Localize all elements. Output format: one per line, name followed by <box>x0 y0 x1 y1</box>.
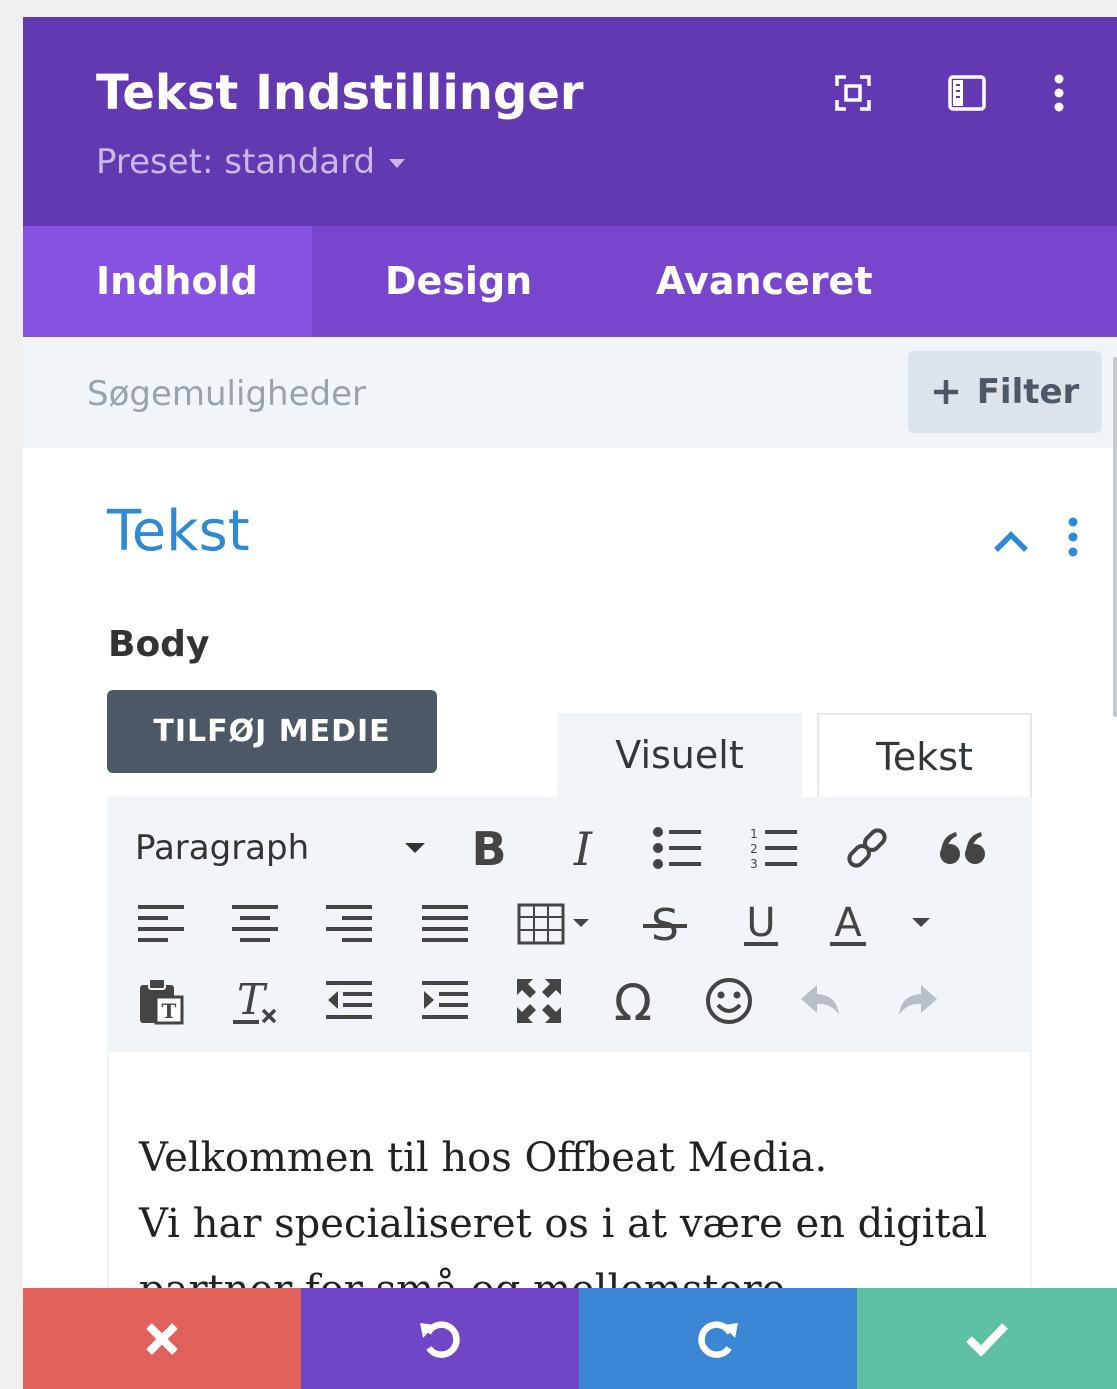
panel-header: Tekst Indstillinger Preset: standard <box>23 17 1117 226</box>
link-icon[interactable] <box>837 818 897 878</box>
check-icon <box>966 1322 1008 1356</box>
more-icon[interactable] <box>1039 73 1079 113</box>
panel-title: Tekst Indstillinger <box>96 65 584 121</box>
section-more-icon[interactable] <box>1063 517 1083 557</box>
bullet-list-icon[interactable] <box>647 818 707 878</box>
body-field-label: Body <box>108 624 210 665</box>
svg-text:B: B <box>471 823 506 873</box>
search-input[interactable] <box>85 359 789 429</box>
preset-dropdown[interactable]: Preset: standard <box>96 142 406 182</box>
close-icon <box>146 1322 178 1355</box>
svg-text:T: T <box>237 976 268 1024</box>
expand-icon[interactable] <box>833 73 873 113</box>
numbered-list-icon[interactable]: 1 2 3 <box>743 818 803 878</box>
editor-line: Vi har specialiseret os i at være en dig… <box>139 1201 988 1247</box>
svg-text:T: T <box>162 999 177 1023</box>
format-select[interactable]: Paragraph <box>135 817 425 879</box>
svg-text:A: A <box>834 900 862 946</box>
fullscreen-icon[interactable] <box>509 971 569 1031</box>
underline-icon[interactable]: U <box>731 894 791 954</box>
filter-button[interactable]: Filter <box>908 351 1102 433</box>
redo-button[interactable] <box>579 1288 857 1389</box>
tab-design[interactable]: Design <box>385 226 532 337</box>
indent-icon[interactable] <box>415 971 475 1031</box>
align-center-icon[interactable] <box>225 894 285 954</box>
editor-tab-visual[interactable]: Visuelt <box>557 713 802 797</box>
add-media-button[interactable]: TILFØJ MEDIE <box>107 690 437 773</box>
chevron-down-icon <box>405 843 425 853</box>
scrollbar[interactable] <box>1113 357 1117 717</box>
editor-line: Velkommen til hos Offbeat Media. <box>139 1135 828 1181</box>
align-left-icon[interactable] <box>131 894 191 954</box>
format-select-value: Paragraph <box>135 828 310 868</box>
clear-format-icon[interactable]: T <box>225 971 285 1031</box>
search-bar: Filter <box>23 337 1117 448</box>
paste-text-icon[interactable]: T <box>131 971 191 1031</box>
undo-button[interactable] <box>301 1288 579 1389</box>
svg-text:3: 3 <box>750 857 758 871</box>
table-icon[interactable] <box>515 894 599 954</box>
bold-icon[interactable]: B <box>459 818 519 878</box>
align-right-icon[interactable] <box>319 894 379 954</box>
emoji-icon[interactable] <box>699 971 759 1031</box>
chevron-up-icon[interactable] <box>991 522 1031 562</box>
italic-icon[interactable]: I <box>553 818 613 878</box>
preset-label: Preset: standard <box>96 142 376 182</box>
svg-text:I: I <box>573 823 593 873</box>
footer-actions <box>23 1288 1117 1389</box>
undo-icon[interactable] <box>791 971 851 1031</box>
editor-toolbar: Paragraph B I 1 2 3 U A T T Ω <box>107 797 1032 1050</box>
outdent-icon[interactable] <box>319 971 379 1031</box>
undo-icon <box>420 1320 460 1358</box>
tab-indhold[interactable]: Indhold <box>23 226 312 337</box>
redo-icon <box>698 1320 738 1358</box>
discard-button[interactable] <box>23 1288 301 1389</box>
sidebar-icon[interactable] <box>947 73 987 113</box>
svg-text:2: 2 <box>750 842 758 856</box>
svg-text:Ω: Ω <box>614 976 652 1026</box>
redo-icon[interactable] <box>887 971 947 1031</box>
settings-panel: Tekst Indstillinger Preset: standard Ind… <box>23 17 1117 1389</box>
svg-text:1: 1 <box>750 827 758 841</box>
filter-label: Filter <box>976 372 1080 412</box>
blockquote-icon[interactable] <box>933 818 993 878</box>
justify-icon[interactable] <box>415 894 475 954</box>
chevron-down-icon <box>389 159 406 168</box>
save-button[interactable] <box>857 1288 1117 1389</box>
strikethrough-icon[interactable]: S <box>635 894 695 954</box>
special-char-icon[interactable]: Ω <box>603 971 663 1031</box>
tab-avanceret[interactable]: Avanceret <box>656 226 873 337</box>
settings-tabs: Indhold Design Avanceret <box>23 226 1117 337</box>
plus-icon <box>933 380 958 404</box>
editor-tab-text[interactable]: Tekst <box>817 713 1032 797</box>
section-title[interactable]: Tekst <box>107 499 250 564</box>
text-color-icon[interactable]: A <box>823 894 939 954</box>
svg-text:U: U <box>746 900 775 946</box>
